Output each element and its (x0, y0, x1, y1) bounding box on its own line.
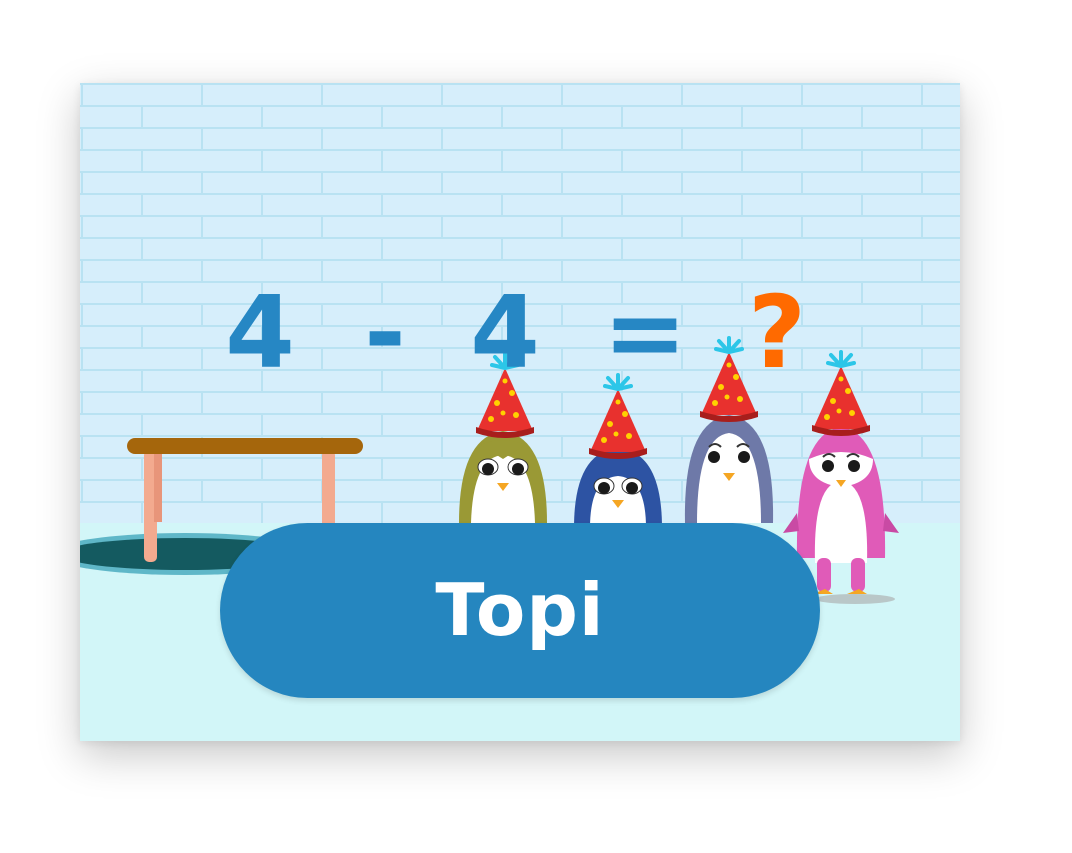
equation: 4 - 4 = ? (80, 273, 960, 393)
operand-a: 4 (225, 274, 295, 391)
operator-minus: - (364, 274, 406, 391)
operand-b: 4 (470, 274, 540, 391)
answer-question-mark: ? (747, 274, 806, 391)
equals-sign: = (603, 274, 687, 391)
game-card: 4 - 4 = ? Topi (80, 83, 960, 741)
play-button[interactable]: Topi (220, 523, 820, 698)
play-button-label: Topi (435, 568, 605, 652)
